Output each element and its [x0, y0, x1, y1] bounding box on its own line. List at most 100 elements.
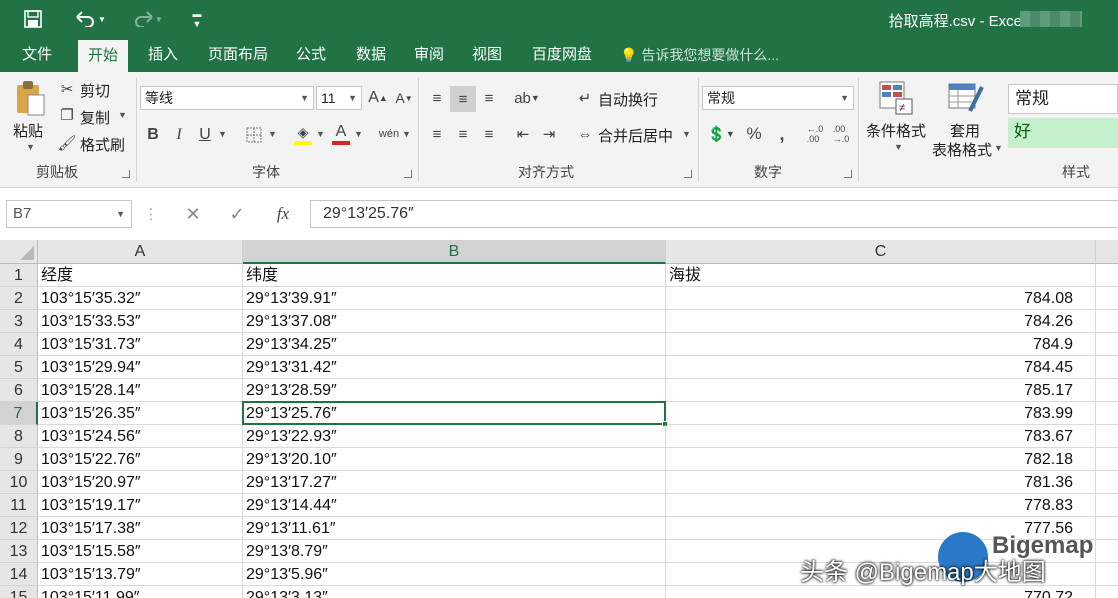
row-header[interactable]: 6: [0, 379, 38, 402]
column-header-b[interactable]: B: [243, 240, 666, 264]
italic-button[interactable]: I: [170, 124, 188, 146]
cell-b[interactable]: 29°13′8.79″: [243, 540, 666, 563]
fill-color-dropdown-icon[interactable]: ▼: [316, 129, 325, 139]
wrap-text-button[interactable]: 自动换行: [598, 89, 658, 110]
enter-icon[interactable]: ✓: [226, 202, 248, 226]
style-normal[interactable]: 常规: [1008, 84, 1118, 114]
alignment-launcher[interactable]: [684, 170, 692, 178]
merge-dropdown-icon[interactable]: ▼: [682, 129, 691, 139]
select-all-corner[interactable]: [0, 240, 38, 264]
cell-b[interactable]: 29°13′20.10″: [243, 448, 666, 471]
cell-c[interactable]: 770.72: [666, 586, 1096, 598]
cancel-icon[interactable]: ✕: [182, 202, 204, 226]
format-as-table-label-2[interactable]: 表格格式: [932, 139, 992, 160]
paste-button[interactable]: 粘贴: [13, 120, 43, 141]
customize-icon[interactable]: ▬ ▼: [186, 8, 208, 30]
number-format-select[interactable]: 常规 ▼: [702, 86, 854, 110]
cell-d[interactable]: [1096, 333, 1118, 356]
format-as-table-label-1[interactable]: 套用: [950, 120, 980, 141]
cell-a[interactable]: 103°15′28.14″: [38, 379, 243, 402]
cell-b[interactable]: 29°13′28.59″: [243, 379, 666, 402]
cell-d[interactable]: [1096, 264, 1118, 287]
cell-c[interactable]: 783.67: [666, 425, 1096, 448]
row-header[interactable]: 15: [0, 586, 38, 598]
font-launcher[interactable]: [404, 170, 412, 178]
column-header-a[interactable]: A: [38, 240, 243, 264]
cell-d[interactable]: [1096, 310, 1118, 333]
cell-c[interactable]: 785.17: [666, 379, 1096, 402]
cell-a[interactable]: 103°15′35.32″: [38, 287, 243, 310]
cell-c[interactable]: 784.26: [666, 310, 1096, 333]
cell-d[interactable]: [1096, 540, 1118, 563]
cell-a[interactable]: 103°15′33.53″: [38, 310, 243, 333]
grow-font-icon[interactable]: A ▲: [368, 86, 388, 110]
conditional-formatting-button[interactable]: 条件格式: [866, 120, 926, 141]
cell-b[interactable]: 29°13′3.13″: [243, 586, 666, 598]
save-icon[interactable]: [22, 8, 44, 30]
merge-center-button[interactable]: 合并后居中: [598, 125, 673, 146]
font-size-select[interactable]: 11 ▼: [316, 86, 362, 110]
cell-a[interactable]: 103°15′22.76″: [38, 448, 243, 471]
tab-review[interactable]: 审阅: [404, 38, 454, 72]
align-left-icon[interactable]: ≡: [426, 122, 448, 146]
row-header[interactable]: 2: [0, 287, 38, 310]
cell-a[interactable]: 103°15′20.97″: [38, 471, 243, 494]
tab-home[interactable]: 开始: [78, 40, 129, 72]
cell-a[interactable]: 103°15′24.56″: [38, 425, 243, 448]
align-middle-icon[interactable]: ≡: [450, 86, 476, 112]
cell-c[interactable]: 784.08: [666, 287, 1096, 310]
formula-input[interactable]: 29°13′25.76″: [310, 200, 1118, 228]
cell-d[interactable]: [1096, 471, 1118, 494]
row-header[interactable]: 13: [0, 540, 38, 563]
cell-b[interactable]: 29°13′31.42″: [243, 356, 666, 379]
copy-button[interactable]: 复制: [80, 107, 110, 128]
cell-b[interactable]: 29°13′14.44″: [243, 494, 666, 517]
cell-d[interactable]: [1096, 402, 1118, 425]
increase-decimal-icon[interactable]: ←.0.00: [804, 122, 826, 146]
cell-d[interactable]: [1096, 379, 1118, 402]
undo-icon[interactable]: ▼: [74, 8, 108, 30]
tab-page-layout[interactable]: 页面布局: [198, 38, 278, 72]
row-header[interactable]: 7: [0, 402, 38, 425]
cell-a[interactable]: 103°15′15.58″: [38, 540, 243, 563]
cell-d[interactable]: [1096, 356, 1118, 379]
font-name-select[interactable]: 等线 ▼: [140, 86, 314, 110]
row-header[interactable]: 9: [0, 448, 38, 471]
row-header[interactable]: 8: [0, 425, 38, 448]
number-launcher[interactable]: [844, 170, 852, 178]
cell-c[interactable]: 784.9: [666, 333, 1096, 356]
row-header[interactable]: 10: [0, 471, 38, 494]
tab-data[interactable]: 数据: [346, 38, 396, 72]
orientation-icon[interactable]: ab ▼: [512, 86, 542, 110]
cell-b[interactable]: 纬度: [243, 264, 666, 287]
decrease-decimal-icon[interactable]: .00 →.0: [830, 122, 852, 146]
comma-button[interactable]: ,: [772, 122, 792, 146]
cell-a[interactable]: 103°15′11.99″: [38, 586, 243, 598]
cell-a[interactable]: 103°15′26.35″: [38, 402, 243, 425]
tab-view[interactable]: 视图: [462, 38, 512, 72]
percent-button[interactable]: %: [744, 122, 764, 146]
cut-button[interactable]: 剪切: [80, 80, 110, 101]
cell-b[interactable]: 29°13′11.61″: [243, 517, 666, 540]
tab-baidu-netdisk[interactable]: 百度网盘: [522, 38, 602, 72]
cell-d[interactable]: [1096, 448, 1118, 471]
cell-a[interactable]: 经度: [38, 264, 243, 287]
cell-d[interactable]: [1096, 586, 1118, 598]
fill-color-icon[interactable]: ◈: [292, 122, 314, 146]
decrease-indent-icon[interactable]: ⇤: [512, 122, 534, 146]
bold-button[interactable]: B: [144, 124, 162, 146]
phonetic-icon[interactable]: wén: [378, 122, 400, 146]
row-header[interactable]: 14: [0, 563, 38, 586]
align-center-icon[interactable]: ≡: [452, 122, 474, 146]
cell-b[interactable]: 29°13′34.25″: [243, 333, 666, 356]
cell-a[interactable]: 103°15′13.79″: [38, 563, 243, 586]
name-box[interactable]: B7 ▼: [6, 200, 132, 228]
cell-a[interactable]: 103°15′31.73″: [38, 333, 243, 356]
shrink-font-icon[interactable]: A ▼: [394, 86, 414, 110]
cell-b[interactable]: 29°13′22.93″: [243, 425, 666, 448]
cell-b[interactable]: 29°13′39.91″: [243, 287, 666, 310]
row-header[interactable]: 11: [0, 494, 38, 517]
cell-a[interactable]: 103°15′17.38″: [38, 517, 243, 540]
align-bottom-icon[interactable]: ≡: [478, 86, 500, 110]
row-header[interactable]: 12: [0, 517, 38, 540]
